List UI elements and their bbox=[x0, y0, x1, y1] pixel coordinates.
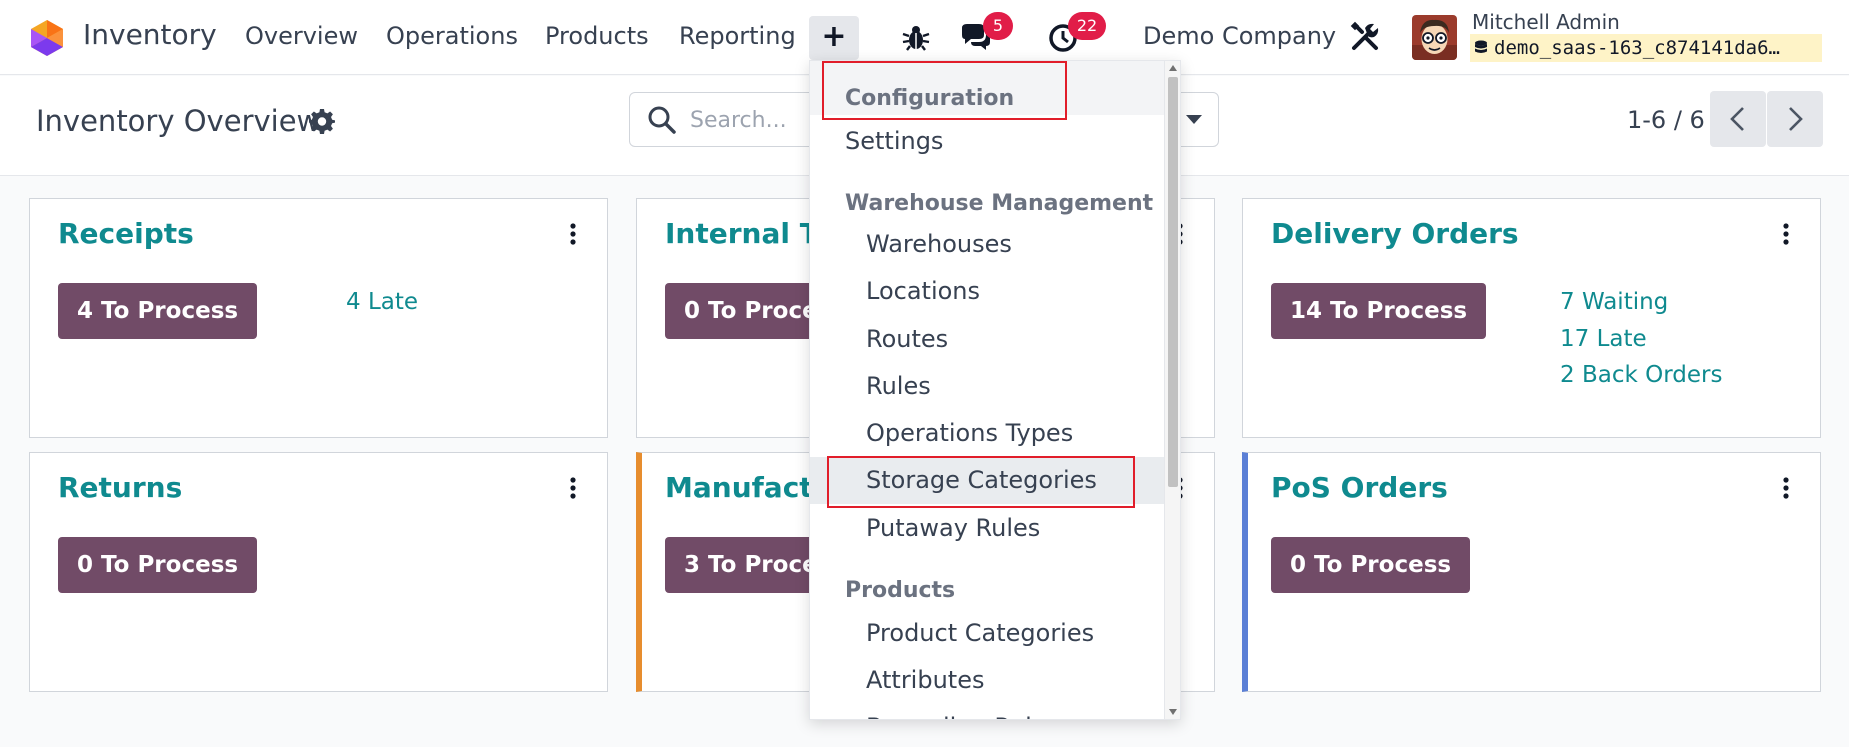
dropdown-item-settings[interactable]: Settings bbox=[810, 118, 1166, 165]
card-title[interactable]: Returns bbox=[58, 471, 182, 504]
dropdown-item-barcoding-rules[interactable]: Barcoding Rules bbox=[810, 704, 1166, 719]
stat-back-orders[interactable]: 2 Back Orders bbox=[1560, 362, 1722, 388]
card-title[interactable]: PoS Orders bbox=[1271, 471, 1448, 504]
stat-late[interactable]: 17 Late bbox=[1560, 326, 1647, 352]
page-title: Inventory Overview bbox=[36, 104, 321, 138]
activities-badge: 22 bbox=[1068, 12, 1106, 40]
card-delivery-orders: Delivery Orders 14 To Process 7 Waiting … bbox=[1242, 198, 1821, 438]
pager-previous-button[interactable] bbox=[1710, 91, 1766, 147]
dropdown-item-attributes[interactable]: Attributes bbox=[810, 657, 1166, 704]
tools-icon[interactable] bbox=[1348, 20, 1382, 54]
scroll-up-arrow-icon[interactable] bbox=[1169, 65, 1177, 71]
dropdown-header-configuration: Configuration bbox=[845, 86, 1015, 111]
dropdown-scrollbar[interactable] bbox=[1164, 61, 1180, 719]
menu-products[interactable]: Products bbox=[545, 22, 649, 50]
card-title[interactable]: Delivery Orders bbox=[1271, 217, 1519, 250]
dropdown-header-warehouse-management: Warehouse Management bbox=[845, 191, 1154, 216]
card-pos-orders: PoS Orders 0 To Process bbox=[1242, 452, 1821, 692]
dropdown-item-locations[interactable]: Locations bbox=[810, 268, 1166, 315]
chevron-left-icon bbox=[1730, 107, 1744, 131]
stat-waiting[interactable]: 7 Waiting bbox=[1560, 289, 1668, 315]
to-process-button[interactable]: 0 To Process bbox=[58, 537, 258, 593]
kebab-menu-icon[interactable] bbox=[569, 223, 577, 245]
dropdown-header-products: Products bbox=[845, 578, 956, 603]
dropdown-item-product-categories[interactable]: Product Categories bbox=[810, 610, 1166, 657]
inventory-app-logo[interactable] bbox=[28, 19, 66, 57]
debug-bug-icon[interactable] bbox=[899, 20, 933, 54]
menu-operations[interactable]: Operations bbox=[386, 22, 518, 50]
configuration-dropdown: Configuration Settings Warehouse Managem… bbox=[809, 60, 1181, 720]
kebab-menu-icon[interactable] bbox=[1782, 477, 1790, 499]
pager-next-button[interactable] bbox=[1767, 91, 1823, 147]
to-process-button[interactable]: 0 To Process bbox=[1271, 537, 1471, 593]
user-avatar[interactable] bbox=[1412, 15, 1457, 60]
search-icon[interactable] bbox=[647, 105, 677, 135]
gear-icon[interactable] bbox=[309, 108, 335, 134]
database-icon bbox=[1475, 40, 1487, 53]
dropdown-item-routes[interactable]: Routes bbox=[810, 316, 1166, 363]
to-process-button[interactable]: 14 To Process bbox=[1271, 283, 1487, 339]
card-returns: Returns 0 To Process bbox=[29, 452, 608, 692]
database-name-text: demo_saas-163_c874141da6… bbox=[1494, 37, 1780, 59]
card-title[interactable]: Receipts bbox=[58, 217, 194, 250]
scrollbar-thumb[interactable] bbox=[1168, 77, 1178, 487]
pager-value[interactable]: 1-6 / 6 bbox=[1627, 106, 1705, 134]
kebab-menu-icon[interactable] bbox=[1782, 223, 1790, 245]
database-name[interactable]: demo_saas-163_c874141da6… bbox=[1470, 34, 1822, 62]
configuration-menu-button[interactable]: + bbox=[809, 16, 859, 60]
dropdown-item-operations-types[interactable]: Operations Types bbox=[810, 410, 1166, 457]
kebab-menu-icon[interactable] bbox=[569, 477, 577, 499]
card-receipts: Receipts 4 To Process 4 Late bbox=[29, 198, 608, 438]
dropdown-item-putaway-rules[interactable]: Putaway Rules bbox=[810, 505, 1166, 552]
search-options-caret-icon[interactable] bbox=[1184, 112, 1204, 126]
menu-overview[interactable]: Overview bbox=[245, 22, 358, 50]
dropdown-item-storage-categories[interactable]: Storage Categories bbox=[810, 457, 1166, 504]
user-name[interactable]: Mitchell Admin bbox=[1472, 10, 1620, 34]
messages-badge: 5 bbox=[983, 12, 1013, 40]
menu-reporting[interactable]: Reporting bbox=[679, 22, 796, 50]
company-switcher[interactable]: Demo Company bbox=[1143, 22, 1336, 50]
dropdown-item-rules[interactable]: Rules bbox=[810, 363, 1166, 410]
dropdown-item-warehouses[interactable]: Warehouses bbox=[810, 221, 1166, 268]
stat-late[interactable]: 4 Late bbox=[346, 289, 418, 315]
scroll-down-arrow-icon[interactable] bbox=[1169, 709, 1177, 715]
to-process-button[interactable]: 4 To Process bbox=[58, 283, 258, 339]
app-name[interactable]: Inventory bbox=[83, 18, 217, 51]
chevron-right-icon bbox=[1789, 107, 1803, 131]
